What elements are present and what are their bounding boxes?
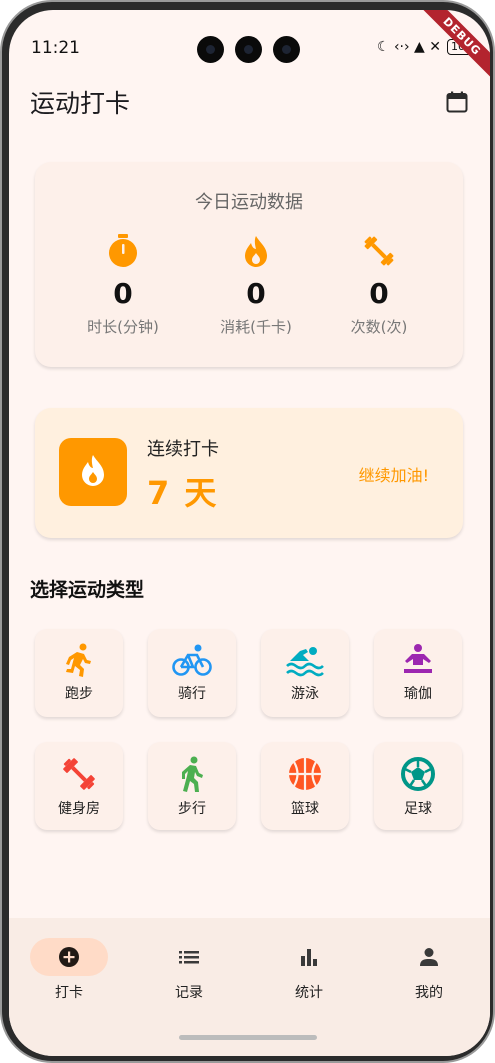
running-icon [66, 643, 91, 677]
sport-tile-running[interactable]: 跑步 [35, 629, 123, 717]
timer-icon [109, 234, 137, 267]
sport-label: 步行 [178, 801, 206, 817]
sport-tile-walking[interactable]: 步行 [148, 742, 236, 830]
nav-icon-container [150, 938, 228, 976]
page-title: 运动打卡 [30, 89, 131, 118]
nav-item-stats[interactable]: 统计 [249, 938, 369, 1002]
stat-count-value: 0 [369, 277, 389, 310]
home-indicator[interactable] [179, 1035, 317, 1040]
fire-icon [245, 236, 267, 267]
calendar-icon[interactable] [445, 90, 469, 114]
swimming-icon [286, 647, 324, 677]
today-stats-title: 今日运动数据 [195, 192, 303, 213]
app-screen: 11:21 ☾ ‹·› ▲ ✕ 100 DEBUG 运动打卡 今日运动数据 0 … [9, 10, 490, 1056]
sport-label: 瑜伽 [404, 686, 432, 702]
nav-label: 我的 [415, 985, 443, 1001]
sport-label: 篮球 [291, 801, 319, 817]
yoga-icon [404, 644, 432, 673]
camera-icon [235, 36, 262, 63]
streak-cheer-text: 继续加油! [358, 466, 429, 485]
nav-item-records[interactable]: 记录 [129, 938, 249, 1002]
nav-icon-container [390, 938, 468, 976]
phone-frame: 11:21 ☾ ‹·› ▲ ✕ 100 DEBUG 运动打卡 今日运动数据 0 … [0, 0, 495, 1063]
status-bar: 11:21 ☾ ‹·› ▲ ✕ 100 DEBUG [9, 10, 490, 84]
sport-tile-swimming[interactable]: 游泳 [261, 629, 349, 717]
dumbbell-icon [364, 236, 394, 266]
streak-card: 连续打卡 7 天 继续加油! [35, 408, 463, 538]
stat-calories: 0 消耗(千卡) [196, 234, 316, 337]
stat-count: 0 次数(次) [319, 234, 439, 337]
sport-tile-gym[interactable]: 健身房 [35, 742, 123, 830]
dumbbell-icon [63, 758, 95, 790]
nav-active-indicator [30, 938, 108, 976]
stat-calories-value: 0 [246, 277, 266, 310]
soccer-icon [401, 757, 435, 791]
sport-label: 跑步 [65, 686, 93, 702]
sport-tile-basketball[interactable]: 篮球 [261, 742, 349, 830]
sport-tile-cycling[interactable]: 骑行 [148, 629, 236, 717]
streak-days: 7 天 [147, 474, 219, 512]
add-circle-icon [59, 947, 79, 967]
camera-icon [197, 36, 224, 63]
stat-count-label: 次数(次) [350, 318, 408, 336]
list-icon [179, 951, 199, 964]
sport-label: 健身房 [58, 801, 100, 817]
stat-duration: 0 时长(分钟) [63, 234, 183, 337]
sport-label: 游泳 [291, 686, 319, 702]
walking-icon [182, 756, 203, 792]
nav-icon-container [270, 938, 348, 976]
nav-item-profile[interactable]: 我的 [369, 938, 489, 1002]
sport-type-section-title: 选择运动类型 [30, 579, 145, 601]
status-time: 11:21 [31, 38, 80, 58]
bar-chart-icon [301, 949, 317, 966]
today-stats-card: 今日运动数据 0 时长(分钟) 0 消耗(千卡) 0 次数(次) [35, 162, 463, 367]
streak-badge [59, 438, 127, 506]
stat-duration-value: 0 [113, 277, 133, 310]
status-indicator-icons: ☾ ‹·› ▲ ✕ [376, 39, 441, 55]
nav-label: 记录 [175, 985, 203, 1001]
basketball-icon [289, 758, 321, 790]
sport-tile-yoga[interactable]: 瑜伽 [374, 629, 462, 717]
camera-icon [273, 36, 300, 63]
sport-tile-soccer[interactable]: 足球 [374, 742, 462, 830]
nav-label: 统计 [295, 985, 323, 1001]
nav-item-checkin[interactable]: 打卡 [9, 938, 129, 1002]
streak-label: 连续打卡 [147, 439, 219, 460]
nav-label: 打卡 [55, 985, 83, 1001]
bike-icon [172, 644, 212, 676]
person-icon [420, 948, 438, 966]
stat-calories-label: 消耗(千卡) [220, 318, 292, 336]
sport-label: 骑行 [178, 686, 206, 702]
fire-icon [82, 455, 104, 486]
stat-duration-label: 时长(分钟) [87, 318, 159, 336]
sport-label: 足球 [404, 801, 432, 817]
